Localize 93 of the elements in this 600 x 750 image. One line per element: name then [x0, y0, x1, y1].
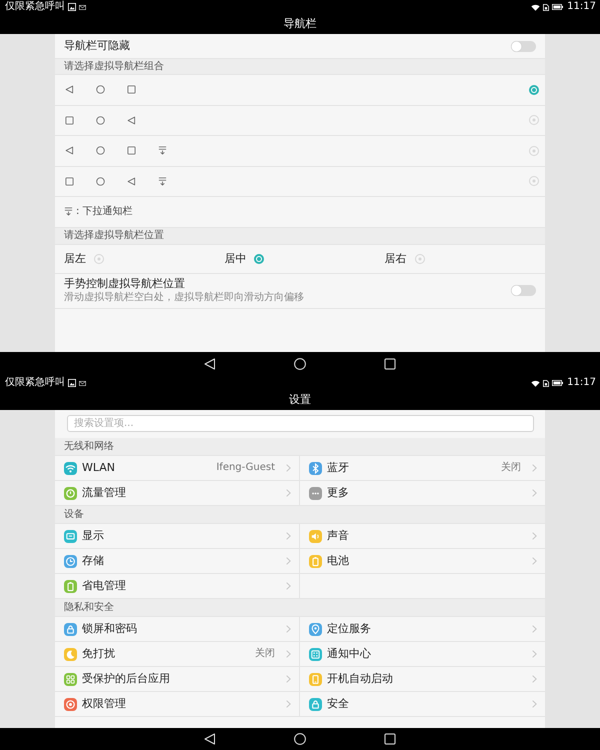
chevron-icon: [532, 557, 537, 565]
screen-title: 导航栏: [284, 17, 316, 31]
radio-button[interactable]: [529, 146, 539, 156]
settings-item[interactable]: 权限管理: [55, 692, 300, 717]
setting-label: 导航栏可隐藏: [64, 39, 130, 53]
chevron-icon: [286, 650, 291, 658]
back-icon: [127, 116, 136, 125]
picture-icon: [68, 379, 76, 387]
wifi-icon: [531, 4, 540, 10]
setting-value: Ifeng-Guest: [216, 462, 275, 474]
chevron-icon: [286, 464, 291, 472]
recent-apps-icon: [127, 146, 136, 156]
home-icon: [96, 146, 105, 156]
down-arrow-icon: [158, 176, 167, 186]
home-icon[interactable]: [294, 358, 306, 370]
clock-text: 11:17: [567, 377, 596, 389]
chevron-icon: [532, 625, 537, 633]
carrier-text: 仅限紧急呼叫: [5, 1, 65, 13]
section-header: 设备: [55, 506, 545, 524]
chevron-icon: [286, 489, 291, 497]
position-label: 居右: [384, 252, 407, 266]
chevron-icon: [532, 532, 537, 540]
sim-card-icon: [543, 4, 550, 10]
carrier-text: 仅限紧急呼叫: [5, 377, 65, 389]
chevron-icon: [286, 700, 291, 708]
toggle-switch[interactable]: [511, 285, 536, 296]
settings-item[interactable]: 锁屏和密码: [55, 617, 300, 642]
radio-button[interactable]: [414, 254, 425, 264]
recent-apps-icon: [65, 116, 74, 125]
setting-value: 关闭: [501, 462, 521, 474]
chevron-icon: [532, 650, 537, 658]
chevron-icon: [286, 532, 291, 540]
settings-item[interactable]: 定位服务: [300, 617, 545, 642]
section-header: 请选择虚拟导航栏组合: [55, 59, 545, 75]
sim-card-icon: [543, 380, 550, 386]
recent-apps-icon: [65, 176, 74, 186]
settings-item[interactable]: 免打扰 关闭: [55, 642, 300, 667]
settings-item[interactable]: WLAN Ifeng-Guest: [55, 456, 300, 481]
settings-item[interactable]: 蓝牙 关闭: [300, 456, 545, 481]
back-icon[interactable]: [204, 358, 216, 370]
home-icon[interactable]: [294, 733, 306, 745]
back-icon: [65, 146, 74, 156]
picture-icon: [68, 3, 76, 11]
chevron-icon: [286, 557, 291, 565]
home-icon: [96, 176, 105, 186]
envelope-icon: [79, 380, 86, 386]
settings-item[interactable]: 受保护的后台应用: [55, 667, 300, 692]
back-icon[interactable]: [204, 733, 216, 745]
battery-icon: [552, 380, 564, 386]
legend-text: : 下拉通知栏: [76, 206, 133, 218]
section-header: 隐私和安全: [55, 599, 545, 617]
radio-button[interactable]: [254, 254, 264, 264]
down-arrow-icon: [64, 207, 73, 216]
radio-button[interactable]: [529, 84, 539, 95]
recent-apps-icon[interactable]: [384, 733, 396, 745]
radio-button[interactable]: [529, 176, 539, 186]
settings-item[interactable]: 开机自动启动: [300, 667, 545, 692]
settings-item[interactable]: 通知中心: [300, 642, 545, 667]
battery-icon: [552, 4, 564, 10]
radio-button[interactable]: [529, 115, 539, 126]
chevron-icon: [532, 489, 537, 497]
settings-item[interactable]: 安全: [300, 692, 545, 717]
chevron-icon: [286, 582, 291, 590]
chevron-icon: [286, 625, 291, 633]
setting-value: 关闭: [255, 648, 275, 660]
setting-title: 手势控制虚拟导航栏位置: [64, 277, 186, 291]
chevron-icon: [532, 464, 537, 472]
recent-apps-icon[interactable]: [384, 358, 396, 370]
chevron-icon: [286, 675, 291, 683]
clock-text: 11:17: [567, 1, 596, 13]
home-icon: [96, 85, 105, 94]
recent-apps-icon: [127, 85, 136, 94]
screen-title: 设置: [289, 393, 311, 407]
position-label: 居左: [64, 252, 86, 266]
section-header: 请选择虚拟导航栏位置: [55, 228, 545, 244]
section-header: 无线和网络: [55, 438, 545, 456]
envelope-icon: [79, 4, 86, 10]
settings-item[interactable]: 存储: [55, 549, 300, 574]
back-icon: [65, 85, 74, 94]
position-label: 居中: [224, 252, 246, 266]
search-field[interactable]: 搜索设置项...: [67, 415, 534, 432]
chevron-icon: [532, 675, 537, 683]
settings-item[interactable]: 电池: [300, 549, 545, 574]
radio-button[interactable]: [94, 254, 104, 264]
settings-item[interactable]: 声音: [300, 524, 545, 549]
down-arrow-icon: [158, 146, 167, 156]
toggle-switch[interactable]: [511, 40, 536, 52]
wifi-icon: [531, 380, 540, 386]
chevron-icon: [532, 700, 537, 708]
settings-item[interactable]: 显示: [55, 524, 300, 549]
setting-description: 滑动虚拟导航栏空白处，虚拟导航栏即向滑动方向偏移: [64, 292, 304, 304]
back-icon: [127, 176, 136, 186]
home-icon: [96, 116, 105, 125]
